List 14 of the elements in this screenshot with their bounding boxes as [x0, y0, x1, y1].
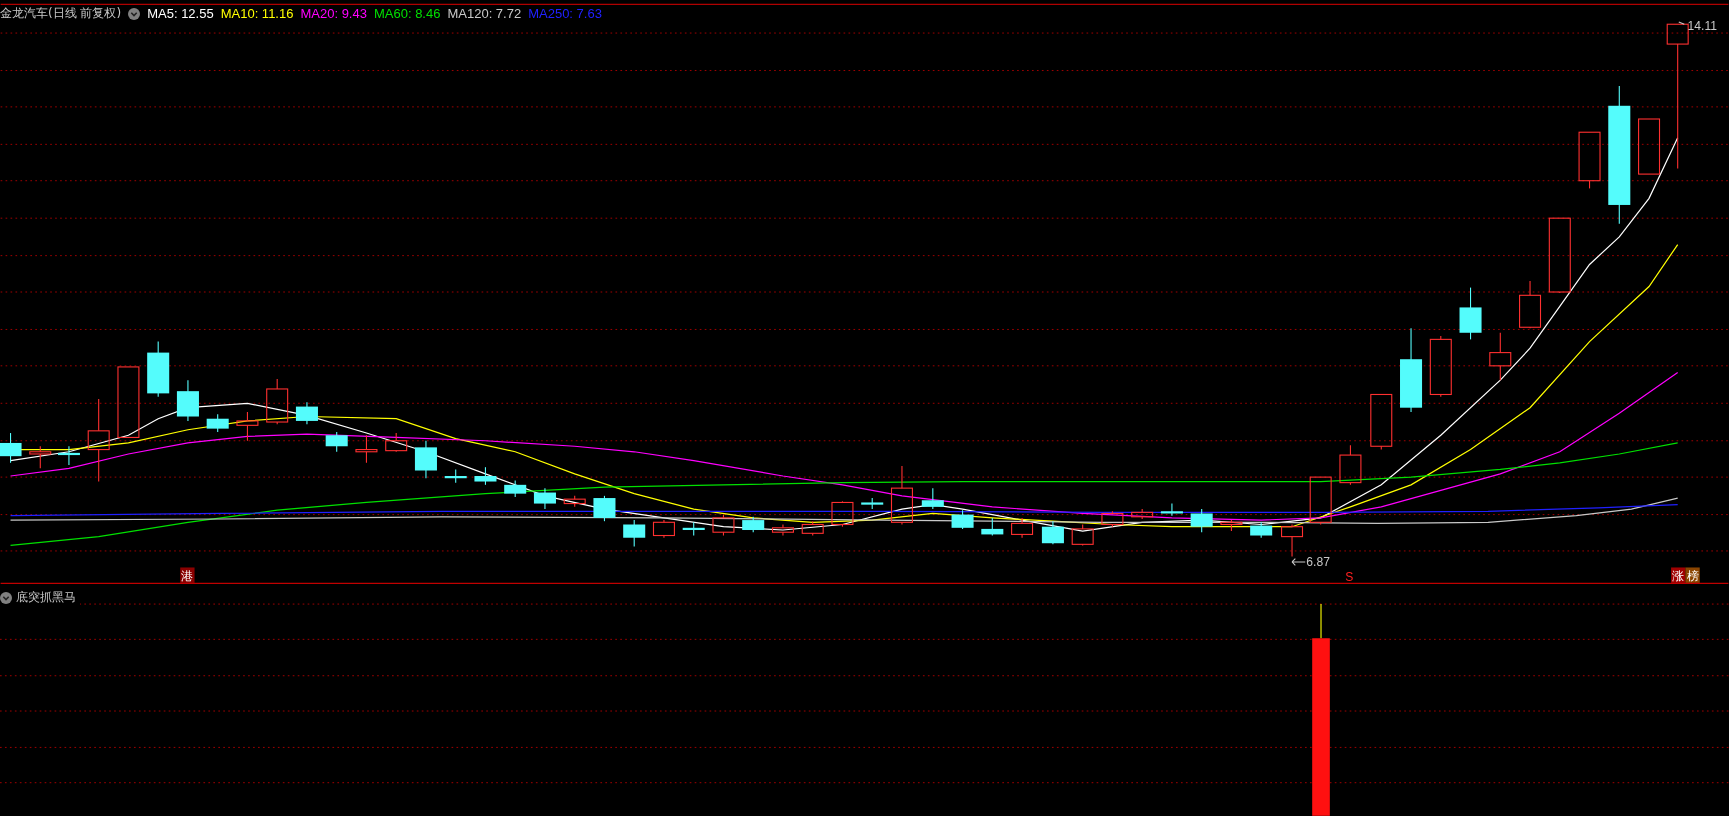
signal-tag: 榜 — [1685, 567, 1700, 583]
signal-letter: S — [1345, 569, 1354, 584]
stock-title: 金龙汽车(日线 前复权) — [0, 5, 122, 22]
signal-tag: 港 — [180, 567, 195, 583]
moving-average-value: MA250: 7.63 — [528, 6, 602, 21]
high-price-label: 14.11 — [1687, 18, 1717, 33]
moving-average-value: MA10: 11.16 — [220, 6, 294, 21]
signal-tag: 涨 — [1671, 567, 1686, 583]
moving-average-value: MA60: 8.46 — [373, 6, 441, 21]
moving-average-value: MA20: 9.43 — [300, 6, 367, 21]
moving-average-value: MA5: 12.55 — [147, 6, 214, 21]
low-price-label: 6.87 — [1306, 555, 1330, 570]
indicator-title: 底突抓黑马 — [16, 589, 76, 606]
moving-average-value: MA120: 7.72 — [447, 6, 522, 21]
